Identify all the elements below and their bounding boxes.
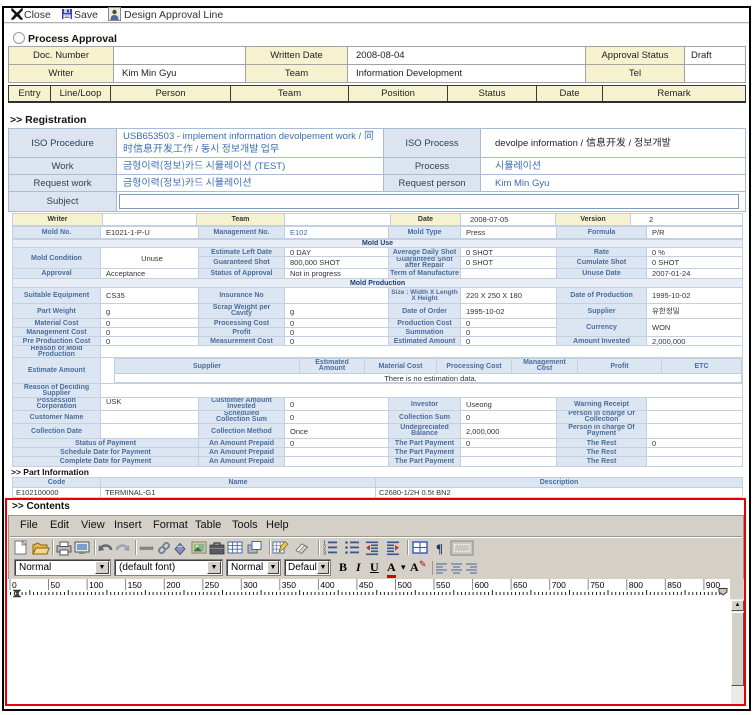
svg-text:750: 750 bbox=[590, 580, 604, 590]
svg-text:200: 200 bbox=[166, 580, 180, 590]
svg-text:¶: ¶ bbox=[436, 541, 443, 556]
svg-text:400: 400 bbox=[320, 580, 334, 590]
svg-text:3: 3 bbox=[323, 551, 326, 557]
svg-text:800: 800 bbox=[629, 580, 643, 590]
svg-text:450: 450 bbox=[359, 580, 373, 590]
svg-text:650: 650 bbox=[513, 580, 527, 590]
svg-text:350: 350 bbox=[282, 580, 296, 590]
svg-text:700: 700 bbox=[552, 580, 566, 590]
svg-text:150: 150 bbox=[128, 580, 142, 590]
svg-text:550: 550 bbox=[436, 580, 450, 590]
svg-text:600: 600 bbox=[475, 580, 489, 590]
svg-text:100: 100 bbox=[89, 580, 103, 590]
svg-text:300: 300 bbox=[243, 580, 257, 590]
svg-text:50: 50 bbox=[51, 580, 61, 590]
svg-text:250: 250 bbox=[205, 580, 219, 590]
svg-text:850: 850 bbox=[667, 580, 681, 590]
svg-text:500: 500 bbox=[398, 580, 412, 590]
svg-text:900: 900 bbox=[706, 580, 720, 590]
svg-text:0: 0 bbox=[12, 580, 17, 590]
